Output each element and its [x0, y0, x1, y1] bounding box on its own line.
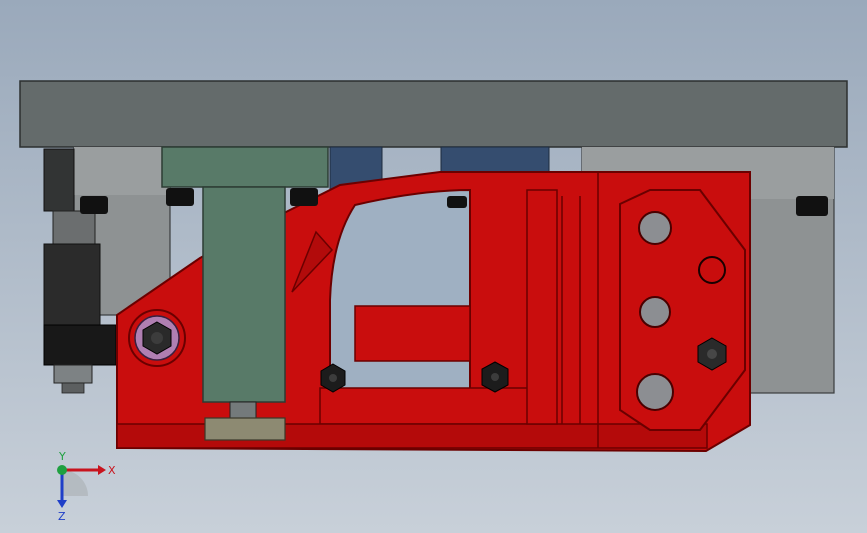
- z-axis-label: Z: [58, 510, 66, 523]
- cylinder-rod[interactable]: [43, 148, 75, 212]
- x-axis-label: X: [108, 464, 116, 477]
- left-support-block-face: [74, 147, 170, 195]
- clamp-arm-window: [329, 188, 471, 421]
- cylinder-body[interactable]: [43, 243, 101, 329]
- clamp-link-bar[interactable]: [354, 305, 471, 362]
- cap-screw[interactable]: [80, 196, 108, 214]
- plate-hole-bottom: [636, 373, 674, 411]
- riser-block-stem[interactable]: [202, 186, 286, 403]
- cap-screw[interactable]: [166, 188, 194, 206]
- cap-screw[interactable]: [796, 196, 828, 216]
- pivot-bolt-center: [151, 332, 163, 344]
- plate-hole-middle: [639, 296, 671, 328]
- cylinder-cap[interactable]: [43, 324, 117, 366]
- riser-block-top[interactable]: [161, 146, 329, 188]
- nut-center: [707, 349, 717, 359]
- orientation-triad: X Y Z: [57, 450, 116, 523]
- riser-foot-pad[interactable]: [204, 417, 286, 441]
- y-axis-icon: [57, 465, 67, 475]
- clamp-vertical-rib: [526, 189, 558, 425]
- cylinder-neck: [52, 210, 96, 248]
- z-axis-arrow-icon: [57, 500, 67, 508]
- y-axis-label: Y: [58, 450, 66, 463]
- cap-screw[interactable]: [290, 188, 318, 206]
- nut-center: [491, 373, 499, 381]
- plate-hole-right: [698, 256, 726, 284]
- riser-foot-pin: [229, 401, 257, 419]
- clamp-assembly-model[interactable]: [0, 0, 867, 533]
- cap-screw[interactable]: [447, 196, 467, 208]
- cylinder-thread: [61, 382, 85, 394]
- triad-plane: [62, 470, 88, 496]
- clamp-lower-rail: [319, 387, 531, 425]
- x-axis-arrow-icon: [98, 465, 106, 475]
- cylinder-nut: [53, 364, 93, 384]
- top-mounting-plate[interactable]: [19, 80, 848, 148]
- 3d-viewport[interactable]: X Y Z: [0, 0, 867, 533]
- plate-hole-top: [638, 211, 672, 245]
- nut-center: [329, 374, 337, 382]
